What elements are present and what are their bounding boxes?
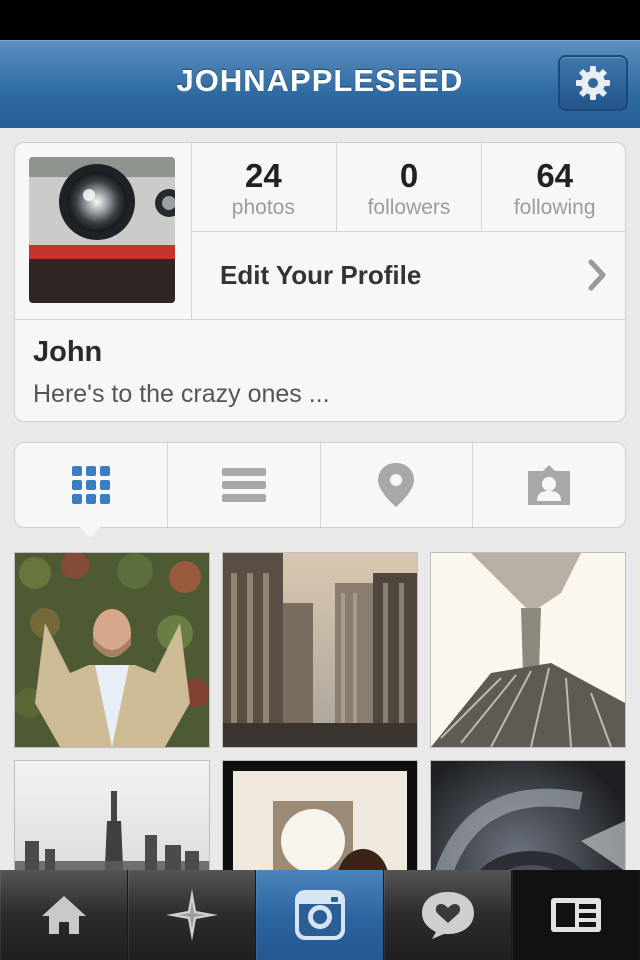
avatar[interactable]	[29, 157, 175, 303]
view-tabs	[14, 442, 626, 528]
navigation-bar: JOHNAPPLESEED	[0, 40, 640, 128]
camera-icon	[294, 890, 345, 940]
photos-label: photos	[231, 196, 295, 219]
tab-grid-view[interactable]	[15, 443, 168, 527]
stat-following[interactable]: 64 following	[482, 143, 625, 231]
bottom-tab-bar	[0, 870, 640, 960]
settings-button[interactable]	[558, 55, 628, 111]
explore-star-icon	[165, 889, 218, 941]
followers-count: 0	[399, 157, 419, 194]
chevron-right-icon	[588, 259, 606, 291]
tab-profile[interactable]	[512, 870, 640, 960]
map-pin-icon	[378, 463, 415, 507]
photo-thumbnail[interactable]	[222, 552, 418, 748]
edit-profile-button[interactable]: Edit Your Profile	[191, 231, 625, 319]
selected-tab-pointer	[78, 525, 102, 538]
followers-label: followers	[367, 196, 451, 219]
photo-thumbnail[interactable]	[430, 552, 626, 748]
tab-activity[interactable]	[384, 870, 512, 960]
edit-profile-label: Edit Your Profile	[220, 260, 422, 290]
list-icon	[221, 468, 266, 502]
home-icon	[41, 896, 86, 934]
profile-name: John	[33, 336, 103, 368]
tab-map-view[interactable]	[321, 443, 474, 527]
profile-bio: Here's to the crazy ones ...	[33, 380, 330, 408]
profile-stats: 24 photos 0 followers 64 following	[191, 143, 625, 232]
tab-tagged-view[interactable]	[473, 443, 625, 527]
gear-icon	[576, 66, 610, 100]
photos-count: 24	[244, 157, 282, 194]
activity-heart-icon	[421, 892, 474, 939]
stat-followers[interactable]: 0 followers	[337, 143, 483, 231]
bio-section: John Here's to the crazy ones ...	[15, 319, 625, 421]
profile-card: 24 photos 0 followers 64 following Edit …	[14, 142, 626, 422]
following-label: following	[513, 196, 596, 219]
tagged-person-icon	[528, 465, 571, 505]
avatar-container	[15, 143, 192, 319]
tab-list-view[interactable]	[168, 443, 321, 527]
grid-icon	[71, 466, 110, 504]
status-bar	[0, 0, 640, 40]
tab-home[interactable]	[0, 870, 128, 960]
tab-camera[interactable]	[256, 870, 384, 960]
stat-photos[interactable]: 24 photos	[191, 143, 337, 231]
page-title: JOHNAPPLESEED	[176, 63, 464, 98]
photo-thumbnail[interactable]	[14, 552, 210, 748]
tab-explore[interactable]	[128, 870, 256, 960]
profile-card-icon	[550, 898, 601, 932]
following-count: 64	[536, 157, 574, 194]
